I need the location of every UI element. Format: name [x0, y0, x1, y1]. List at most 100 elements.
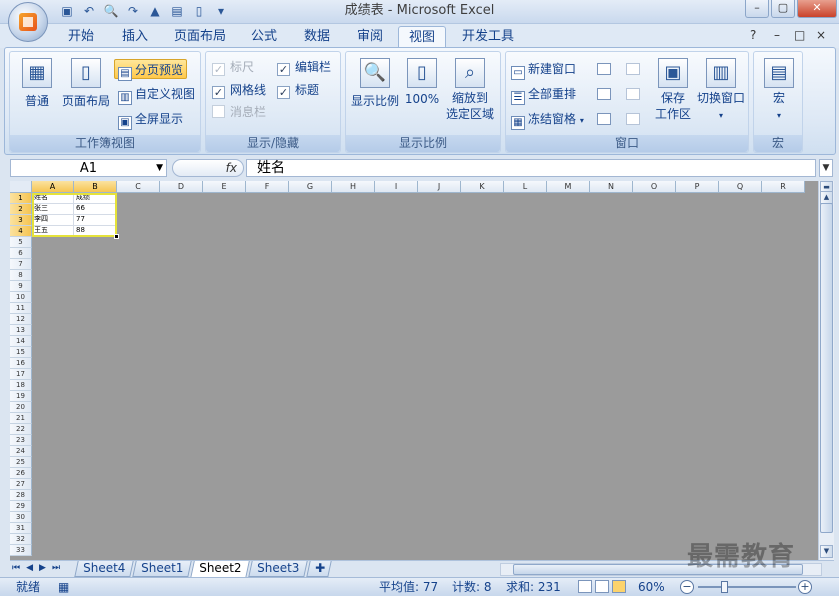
customize-qat-icon[interactable]: ▾ — [212, 2, 230, 20]
row-header-16[interactable]: 16 — [10, 358, 32, 369]
hide-window-icon[interactable] — [597, 88, 611, 100]
sync-scroll-icon[interactable] — [626, 88, 640, 100]
tab-data[interactable]: 数据 — [294, 26, 340, 48]
cell-b3[interactable]: 77 — [74, 215, 117, 226]
name-box-dropdown-icon[interactable]: ▼ — [156, 160, 163, 177]
zoom-100-button[interactable]: ▯ 100% — [402, 58, 442, 106]
undo-icon[interactable]: ↶ — [80, 2, 98, 20]
tab-formulas[interactable]: 公式 — [241, 26, 287, 48]
cell-b2[interactable]: 66 — [74, 204, 117, 215]
row-header-20[interactable]: 20 — [10, 402, 32, 413]
sheet-tab-sheet4[interactable]: Sheet4 — [74, 561, 135, 577]
column-header-e[interactable]: E — [203, 181, 246, 193]
name-box[interactable]: A1 ▼ — [10, 159, 167, 177]
print-preview-icon[interactable]: 🔍 — [102, 2, 120, 20]
row-header-23[interactable]: 23 — [10, 435, 32, 446]
column-header-i[interactable]: I — [375, 181, 418, 193]
arrange-all-button[interactable]: ☰ 全部重排 — [511, 84, 576, 105]
expand-formula-bar-icon[interactable]: ▼ — [819, 159, 833, 177]
normal-view-status-icon[interactable] — [578, 580, 592, 593]
row-header-21[interactable]: 21 — [10, 413, 32, 424]
view-side-by-side-icon[interactable] — [626, 63, 640, 75]
ribbon-minimize-button[interactable]: – — [774, 28, 780, 42]
formula-bar-checkbox[interactable]: ✓ 编辑栏 — [277, 57, 331, 77]
form-icon[interactable]: ▤ — [168, 2, 186, 20]
row-header-17[interactable]: 17 — [10, 369, 32, 380]
close-button[interactable]: ✕ — [797, 0, 837, 18]
help-icon[interactable]: ? — [750, 28, 756, 42]
vertical-scrollbar[interactable]: ▬ ▲ ▼ — [818, 181, 834, 560]
column-header-g[interactable]: G — [289, 181, 332, 193]
sheet-tab-sheet2[interactable]: Sheet2 — [190, 561, 251, 578]
insert-sheet-button[interactable]: ✚ — [306, 561, 332, 577]
row-header-1[interactable]: 1 — [10, 193, 32, 204]
maximize-button[interactable]: ▢ — [771, 0, 795, 18]
row-header-24[interactable]: 24 — [10, 446, 32, 457]
ruler-checkbox[interactable]: ✓ 标尺 — [212, 57, 254, 77]
column-header-b[interactable]: B — [74, 181, 117, 193]
custom-views-button[interactable]: ▥ 自定义视图 — [118, 84, 195, 105]
row-header-30[interactable]: 30 — [10, 512, 32, 523]
zoom-button[interactable]: 🔍 显示比例 — [348, 58, 402, 109]
fill-handle[interactable] — [114, 234, 119, 239]
full-screen-button[interactable]: ▣ 全屏显示 — [118, 109, 183, 130]
row-header-32[interactable]: 32 — [10, 534, 32, 545]
macros-button[interactable]: ▤ 宏 ▾ — [758, 58, 800, 124]
ribbon-restore-button[interactable]: □ — [794, 28, 805, 42]
row-header-28[interactable]: 28 — [10, 490, 32, 501]
last-sheet-icon[interactable]: ⏭ — [52, 563, 66, 573]
worksheet-grid[interactable]: A B C D E F G H I J K L M N O P Q R 1 2 3 4 5 6 7 8 9 10 11 12 13 14 15 1… — [10, 181, 818, 560]
sheet-tab-sheet3[interactable]: Sheet3 — [248, 561, 309, 577]
page-break-status-icon[interactable] — [612, 580, 626, 593]
row-header-22[interactable]: 22 — [10, 424, 32, 435]
page-break-preview-button[interactable]: ▤ 分页预览 — [114, 59, 188, 81]
zoom-out-icon[interactable]: − — [680, 580, 694, 594]
column-header-l[interactable]: L — [504, 181, 547, 193]
tab-page-layout[interactable]: 页面布局 — [164, 26, 236, 48]
switch-windows-button[interactable]: ▥ 切换窗口 ▾ — [695, 58, 747, 124]
tab-review[interactable]: 审阅 — [347, 26, 393, 48]
redo-icon[interactable]: ↷ — [124, 2, 142, 20]
tab-insert[interactable]: 插入 — [112, 26, 158, 48]
cell-b1[interactable]: 成绩 — [74, 193, 117, 204]
row-header-7[interactable]: 7 — [10, 259, 32, 270]
ribbon-close-button[interactable]: × — [816, 28, 826, 42]
cell-a2[interactable]: 张三 — [32, 204, 74, 215]
row-header-3[interactable]: 3 — [10, 215, 32, 226]
row-header-9[interactable]: 9 — [10, 281, 32, 292]
row-header-10[interactable]: 10 — [10, 292, 32, 303]
row-header-4[interactable]: 4 — [10, 226, 32, 237]
row-header-2[interactable]: 2 — [10, 204, 32, 215]
row-header-31[interactable]: 31 — [10, 523, 32, 534]
row-header-18[interactable]: 18 — [10, 380, 32, 391]
cell-b4[interactable]: 88 — [74, 226, 117, 237]
column-header-d[interactable]: D — [160, 181, 203, 193]
row-header-19[interactable]: 19 — [10, 391, 32, 402]
column-header-c[interactable]: C — [117, 181, 160, 193]
zoom-level[interactable]: 60% — [638, 578, 665, 596]
formula-input[interactable]: 姓名 — [246, 159, 816, 177]
cell-a1[interactable]: 姓名 — [32, 193, 74, 204]
column-header-f[interactable]: F — [246, 181, 289, 193]
scroll-down-icon[interactable]: ▼ — [820, 545, 833, 558]
column-header-k[interactable]: K — [461, 181, 504, 193]
unhide-window-icon[interactable] — [597, 113, 611, 125]
column-header-o[interactable]: O — [633, 181, 676, 193]
row-header-14[interactable]: 14 — [10, 336, 32, 347]
save-icon[interactable]: ▣ — [58, 2, 76, 20]
next-sheet-icon[interactable]: ▶ — [39, 563, 52, 573]
message-bar-checkbox[interactable]: 消息栏 — [212, 102, 266, 122]
row-header-29[interactable]: 29 — [10, 501, 32, 512]
tab-developer[interactable]: 开发工具 — [452, 26, 524, 48]
insert-function-icon[interactable]: fx — [226, 160, 237, 177]
row-header-26[interactable]: 26 — [10, 468, 32, 479]
row-header-13[interactable]: 13 — [10, 325, 32, 336]
zoom-slider-track[interactable] — [698, 586, 796, 588]
gridlines-checkbox[interactable]: ✓ 网格线 — [212, 80, 266, 100]
row-header-15[interactable]: 15 — [10, 347, 32, 358]
page-layout-view-button[interactable]: ▯ 页面布局 — [58, 58, 114, 109]
save-workspace-button[interactable]: ▣ 保存 工作区 — [651, 58, 695, 122]
column-header-m[interactable]: M — [547, 181, 590, 193]
new-document-icon[interactable]: ▯ — [190, 2, 208, 20]
row-header-11[interactable]: 11 — [10, 303, 32, 314]
